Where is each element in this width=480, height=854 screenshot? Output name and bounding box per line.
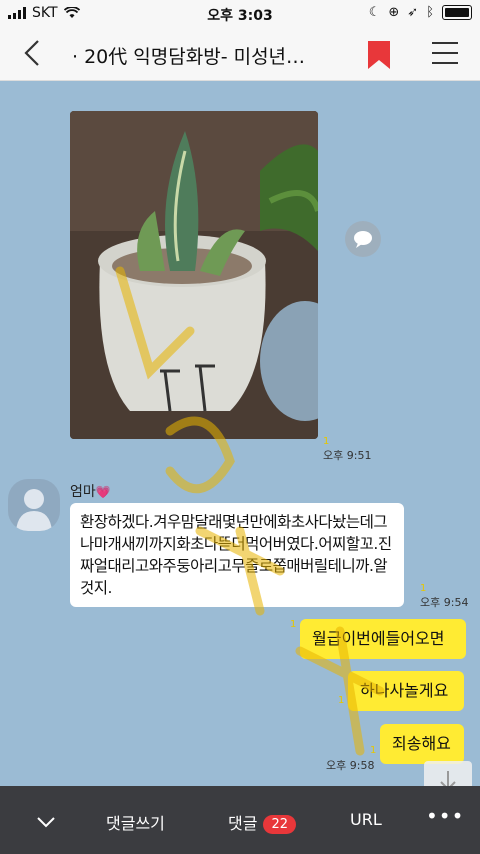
battery-icon [442, 5, 472, 20]
scroll-down-icon[interactable] [424, 761, 472, 786]
unread-count: 1 [420, 583, 427, 594]
unread-count: 1 [290, 619, 297, 630]
page-title: · 20代 익명담화방- 미성년… [72, 46, 306, 68]
bottom-toolbar: 댓글쓰기 댓글 22 URL ••• [0, 786, 480, 854]
status-bar: SKT 오후 3:03 ☾ ⊕ ➶ ᛒ [0, 0, 480, 28]
share-bubble-icon[interactable] [345, 221, 381, 257]
comments-button[interactable]: 댓글 22 [228, 810, 296, 834]
unread-count: 1 [338, 695, 345, 706]
heart-icon: 💗 [95, 485, 111, 499]
avatar [8, 479, 60, 531]
chat-screenshot: 1 오후 9:51 엄마💗 환장하겠다.겨우맘달래몇년만에화초사다놨는데그나마개… [0, 81, 480, 786]
received-message-bubble: 환장하겠다.겨우맘달래몇년만에화초사다놨는데그나마개새끼까지화초다뜯더먹어버였다… [70, 503, 404, 607]
back-arrow-icon[interactable] [18, 38, 48, 68]
unread-count: 1 [370, 745, 377, 756]
message-time: 오후 9:51 [323, 449, 372, 462]
chevron-down-icon[interactable] [36, 816, 56, 828]
sent-message-bubble: 하나사놀게요 [348, 671, 464, 711]
moon-icon: ☾ [368, 5, 381, 20]
sender-name: 엄마 [70, 484, 96, 500]
more-options-icon[interactable]: ••• [426, 804, 464, 828]
comments-count-badge: 22 [263, 815, 296, 834]
message-time: 오후 9:54 [420, 596, 469, 609]
comments-label: 댓글 [228, 814, 258, 833]
hamburger-menu-icon[interactable] [432, 42, 458, 72]
bookmark-icon[interactable] [368, 41, 390, 69]
write-comment-button[interactable]: 댓글쓰기 [106, 810, 165, 834]
location-icon: ➶ [407, 5, 419, 20]
rotation-lock-icon: ⊕ [388, 5, 400, 20]
url-button[interactable]: URL [350, 810, 382, 829]
navigation-bar: · 20代 익명담화방- 미성년… [0, 28, 480, 81]
sent-message-bubble: 월급이번에들어오면 [300, 619, 466, 659]
bluetooth-icon: ᛒ [426, 5, 434, 20]
message-time: 오후 9:58 [326, 759, 375, 772]
unread-count: 1 [323, 436, 330, 447]
sent-message-bubble: 죄송해요 [380, 724, 464, 764]
plant-photo [70, 111, 318, 439]
